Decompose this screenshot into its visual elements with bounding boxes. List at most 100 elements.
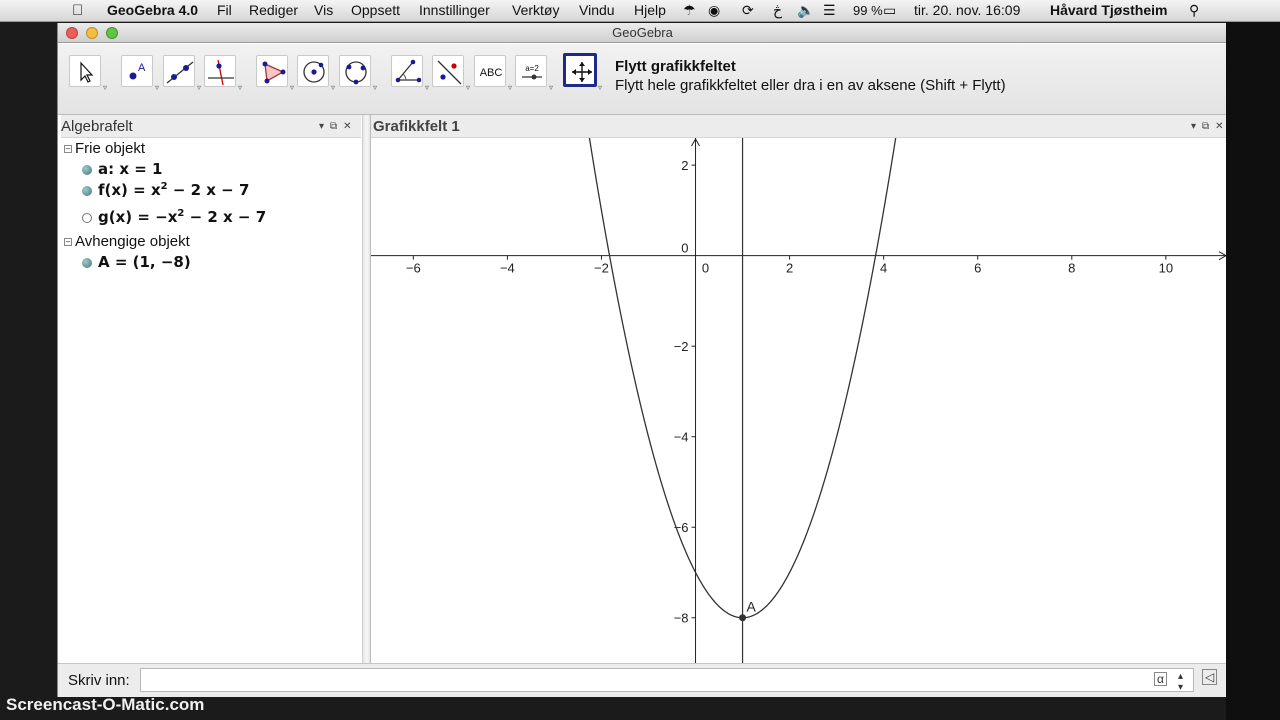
menu-fil[interactable]: Fil: [217, 2, 232, 18]
menu-rediger[interactable]: Rediger: [249, 2, 298, 18]
y-tick-label: −8: [674, 611, 689, 626]
close-view-icon[interactable]: ✕: [343, 121, 357, 132]
menu-verktoy[interactable]: Verktøy: [512, 2, 559, 18]
minimize-window-button[interactable]: [86, 27, 98, 39]
y-tick-label: −4: [674, 430, 689, 445]
graphics-view-header-buttons: ▾⧉✕: [1191, 115, 1227, 138]
undock-view-icon[interactable]: ⧉: [330, 121, 343, 132]
algebra-view-header-buttons: ▾⧉✕: [319, 115, 358, 138]
point-tool-button[interactable]: A ▿: [121, 55, 159, 92]
input-label: Skriv inn:: [68, 672, 130, 689]
svg-text:ABC: ABC: [480, 67, 503, 79]
line-through-two-points-icon: [166, 61, 194, 84]
collapse-icon[interactable]: –: [64, 145, 72, 154]
text-tool-button[interactable]: ABC ▿: [474, 55, 512, 92]
graphics-view[interactable]: Grafikkfelt 1 ▾⧉✕ −6 −4 −2 0 2 4 6 8 10 2 0 −2 −4 −6−…: [371, 115, 1227, 663]
y-tick-label: −2: [674, 339, 689, 354]
evernote-icon[interactable]: ☂: [683, 2, 696, 19]
algebra-item-g-name: g(x) =: [98, 208, 156, 226]
point-label-A: A: [747, 599, 757, 615]
visibility-toggle-icon[interactable]: [82, 185, 92, 196]
algebra-view: Algebrafelt ▾⧉✕ – Frie objekt a: x = 1 f(…: [58, 115, 363, 663]
bluetooth-icon[interactable]: څ: [773, 2, 782, 19]
algebra-item-a-text: a: x = 1: [98, 160, 163, 178]
algebra-item-f-exponent: 2: [160, 181, 168, 192]
perpendicular-line-tool-button[interactable]: ▿: [204, 55, 242, 92]
circle-tool-button[interactable]: ▿: [297, 55, 335, 92]
algebra-item-A[interactable]: A = (1, −8): [82, 253, 191, 271]
x-tick-label: 0: [702, 261, 709, 276]
time-machine-icon[interactable]: ⟳: [742, 2, 754, 19]
algebra-item-a[interactable]: a: x = 1: [82, 160, 162, 178]
text-icon: ABC: [480, 67, 503, 79]
visibility-toggle-icon[interactable]: [82, 212, 92, 223]
input-help-icon[interactable]: ◁: [1202, 669, 1218, 685]
x-tick-label: 10: [1159, 261, 1173, 276]
panel-splitter[interactable]: [363, 115, 371, 663]
visibility-toggle-icon[interactable]: [82, 257, 92, 268]
circle-through-three-points-icon: [345, 61, 367, 85]
history-stepper-icon[interactable]: ▴ ▾: [1178, 671, 1183, 693]
gamepad-icon[interactable]: ◉: [708, 2, 720, 19]
menu-vis[interactable]: Vis: [314, 2, 333, 18]
polygon-icon: [262, 61, 286, 84]
conic-tool-button[interactable]: ▿: [339, 55, 377, 92]
screencast-watermark: Screencast-O-Matic.com: [6, 695, 205, 714]
point-icon: A: [129, 62, 146, 80]
collapse-icon[interactable]: –: [64, 238, 72, 247]
algebra-item-f-tail: − 2 x − 7: [167, 181, 250, 199]
algebra-view-title: Algebrafelt: [61, 118, 133, 135]
cursor-arrow-icon: [80, 61, 94, 83]
input-bar: Skriv inn: α ▴ ▾ ◁: [58, 663, 1227, 697]
move-tool-button[interactable]: ▿: [69, 55, 107, 92]
algebra-item-g[interactable]: g(x) = −x2 − 2 x − 7: [82, 208, 266, 226]
input-field[interactable]: [140, 668, 1194, 692]
graphics-canvas[interactable]: −6 −4 −2 0 2 4 6 8 1020−2−4−6−8A: [371, 138, 1227, 663]
x-tick-label: 6: [974, 261, 981, 276]
polygon-tool-button[interactable]: ▿: [256, 55, 294, 92]
algebra-item-f[interactable]: f(x) = x2 − 2 x − 7: [82, 181, 249, 199]
move-arrows-icon: [572, 62, 592, 82]
menu-oppsett[interactable]: Oppsett: [351, 2, 400, 18]
free-objects-group[interactable]: – Frie objekt: [64, 140, 145, 157]
zoom-window-button[interactable]: [106, 27, 118, 39]
menu-hjelp[interactable]: Hjelp: [634, 2, 666, 18]
close-window-button[interactable]: [66, 27, 78, 39]
window-title: GeoGebra: [612, 25, 673, 40]
menu-app-name[interactable]: GeoGebra 4.0: [107, 2, 198, 18]
menu-user[interactable]: Håvard Tjøstheim: [1050, 2, 1167, 18]
menu-clock[interactable]: tir. 20. nov. 16:09: [914, 2, 1020, 18]
x-tick-label: −2: [594, 261, 609, 276]
angle-tool-button[interactable]: ▿: [391, 55, 429, 92]
geogebra-window: GeoGebra ▿ A ▿ ▿ ▿ ▿ ▿ ▿ ▿ ▿ ABC ▿ a=2 ▿…: [57, 23, 1227, 697]
slider-tool-button[interactable]: a=2 ▿: [515, 55, 553, 92]
angle-icon: [395, 59, 422, 83]
wifi-icon[interactable]: ☰: [823, 2, 836, 19]
algebra-item-f-expr: x: [150, 181, 161, 199]
svg-text:A: A: [138, 62, 146, 74]
view-menu-icon[interactable]: ▾: [1191, 121, 1202, 132]
volume-icon[interactable]: 🔈: [797, 2, 814, 19]
active-tool-title: Flytt grafikkfeltet: [615, 58, 736, 75]
alpha-symbol-button[interactable]: α: [1154, 672, 1167, 686]
reflect-tool-button[interactable]: ▿: [432, 55, 470, 92]
undock-view-icon[interactable]: ⧉: [1202, 121, 1215, 132]
graphics-view-header: Grafikkfelt 1 ▾⧉✕: [371, 115, 1227, 138]
visibility-toggle-icon[interactable]: [82, 164, 92, 175]
apple-icon[interactable]: : [72, 2, 83, 19]
y-tick-label: 0: [681, 241, 688, 256]
perpendicular-line-icon: [208, 59, 234, 86]
dependent-objects-group[interactable]: – Avhengige objekt: [64, 233, 190, 250]
menu-vindu[interactable]: Vindu: [579, 2, 615, 18]
x-tick-label: −4: [500, 261, 515, 276]
x-tick-label: 2: [786, 261, 793, 276]
move-graphics-view-tool-button[interactable]: ▿: [563, 53, 602, 92]
view-menu-icon[interactable]: ▾: [319, 121, 330, 132]
menu-innstillinger[interactable]: Innstillinger: [419, 2, 490, 18]
battery-icon[interactable]: ▭: [883, 2, 896, 19]
window-titlebar: GeoGebra: [58, 23, 1227, 43]
point-A: [739, 614, 747, 622]
line-tool-button[interactable]: ▿: [163, 55, 201, 92]
algebra-item-f-name: f(x) =: [98, 181, 151, 199]
spotlight-search-icon[interactable]: ⚲: [1189, 2, 1199, 19]
